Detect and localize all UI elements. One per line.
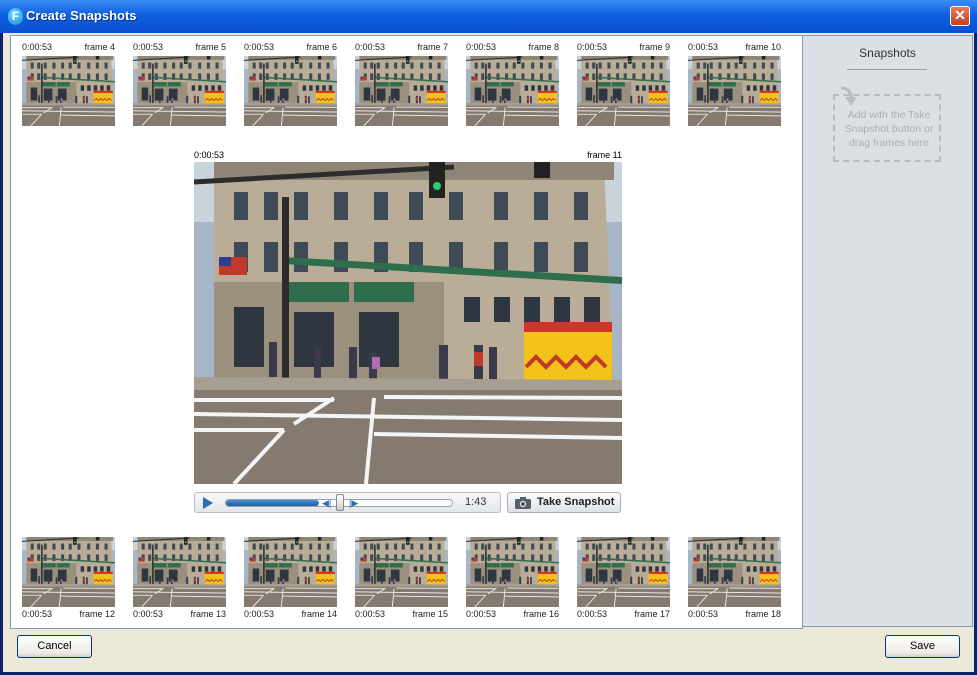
snapshots-title: Snapshots bbox=[859, 46, 916, 60]
camera-icon bbox=[515, 497, 531, 509]
frame-label: frame 8 bbox=[528, 42, 559, 52]
frame-label: frame 14 bbox=[301, 609, 337, 619]
frame-image bbox=[466, 537, 559, 607]
frame-time: 0:00:53 bbox=[355, 42, 386, 52]
frame-label: frame 17 bbox=[634, 609, 670, 619]
step-back-icon[interactable]: ◀| bbox=[322, 498, 331, 509]
frame-image bbox=[688, 56, 781, 126]
frame-time: 0:00:53 bbox=[355, 609, 386, 619]
snapshot-drop-zone[interactable]: Add with the Take Snapshot button or dra… bbox=[833, 86, 941, 162]
frame-label: frame 15 bbox=[412, 609, 448, 619]
frames-area: 0:00:53 frame 4 0:00:53 frame 5 0:00:53 fra… bbox=[10, 35, 803, 629]
create-snapshots-window: F Create Snapshots ✕ 0:00:53 frame 4 0:00… bbox=[0, 0, 977, 675]
frame-image bbox=[22, 56, 115, 126]
current-frame-meta: 0:00:53 frame 11 bbox=[194, 150, 622, 162]
frame-image bbox=[244, 537, 337, 607]
playback-controls: ◀| |▶ 1:43 bbox=[194, 492, 501, 513]
step-forward-icon[interactable]: |▶ bbox=[349, 498, 358, 509]
frame-image bbox=[688, 537, 781, 607]
current-frame-label: frame 11 bbox=[587, 150, 622, 160]
frame-image bbox=[133, 537, 226, 607]
frame-image bbox=[355, 537, 448, 607]
close-button[interactable]: ✕ bbox=[950, 6, 970, 26]
take-snapshot-label: Take Snapshot bbox=[537, 496, 615, 508]
play-icon[interactable] bbox=[203, 497, 213, 509]
frame-image bbox=[577, 537, 670, 607]
frame-time: 0:00:53 bbox=[22, 42, 53, 52]
title-bar: F Create Snapshots ✕ bbox=[0, 0, 977, 33]
frame-label: frame 10 bbox=[745, 42, 781, 52]
frame-image bbox=[577, 56, 670, 126]
current-frame-preview bbox=[194, 162, 622, 484]
save-button[interactable]: Save bbox=[885, 635, 960, 658]
frame-time: 0:00:53 bbox=[577, 609, 608, 619]
frame-time: 0:00:53 bbox=[22, 609, 53, 619]
frame-label: frame 12 bbox=[79, 609, 115, 619]
frame-label: frame 4 bbox=[84, 42, 115, 52]
frame-label: frame 9 bbox=[639, 42, 670, 52]
frame-image bbox=[466, 56, 559, 126]
take-snapshot-button[interactable]: Take Snapshot bbox=[507, 492, 621, 513]
frame-label: frame 6 bbox=[306, 42, 337, 52]
frame-label: frame 18 bbox=[745, 609, 781, 619]
drop-zone-hint: Add with the Take Snapshot button or dra… bbox=[844, 109, 934, 149]
duration-label: 1:43 bbox=[465, 496, 487, 508]
frame-label: frame 5 bbox=[195, 42, 226, 52]
cancel-button[interactable]: Cancel bbox=[17, 635, 92, 658]
seek-handle[interactable] bbox=[336, 494, 344, 511]
frame-time: 0:00:53 bbox=[244, 42, 275, 52]
window-title: Create Snapshots bbox=[26, 8, 137, 23]
app-icon: F bbox=[8, 8, 23, 25]
seek-progress bbox=[226, 500, 319, 506]
frame-time: 0:00:53 bbox=[244, 609, 275, 619]
dialog-body: 0:00:53 frame 4 0:00:53 frame 5 0:00:53 fra… bbox=[3, 33, 974, 672]
frame-time: 0:00:53 bbox=[688, 42, 719, 52]
frame-time: 0:00:53 bbox=[466, 609, 497, 619]
frame-label: frame 13 bbox=[190, 609, 226, 619]
frame-image bbox=[133, 56, 226, 126]
frame-time: 0:00:53 bbox=[133, 609, 164, 619]
frame-image bbox=[355, 56, 448, 126]
frame-time: 0:00:53 bbox=[577, 42, 608, 52]
frame-time: 0:00:53 bbox=[133, 42, 164, 52]
frame-time: 0:00:53 bbox=[466, 42, 497, 52]
frame-label: frame 7 bbox=[417, 42, 448, 52]
frame-image bbox=[244, 56, 337, 126]
divider bbox=[847, 69, 927, 70]
frame-label: frame 16 bbox=[523, 609, 559, 619]
frame-image bbox=[22, 537, 115, 607]
current-frame-time: 0:00:53 bbox=[194, 150, 225, 160]
frame-time: 0:00:53 bbox=[688, 609, 719, 619]
curved-arrow-icon bbox=[840, 86, 857, 106]
snapshots-panel[interactable]: Snapshots Add with the Take Snapshot but… bbox=[802, 35, 973, 627]
